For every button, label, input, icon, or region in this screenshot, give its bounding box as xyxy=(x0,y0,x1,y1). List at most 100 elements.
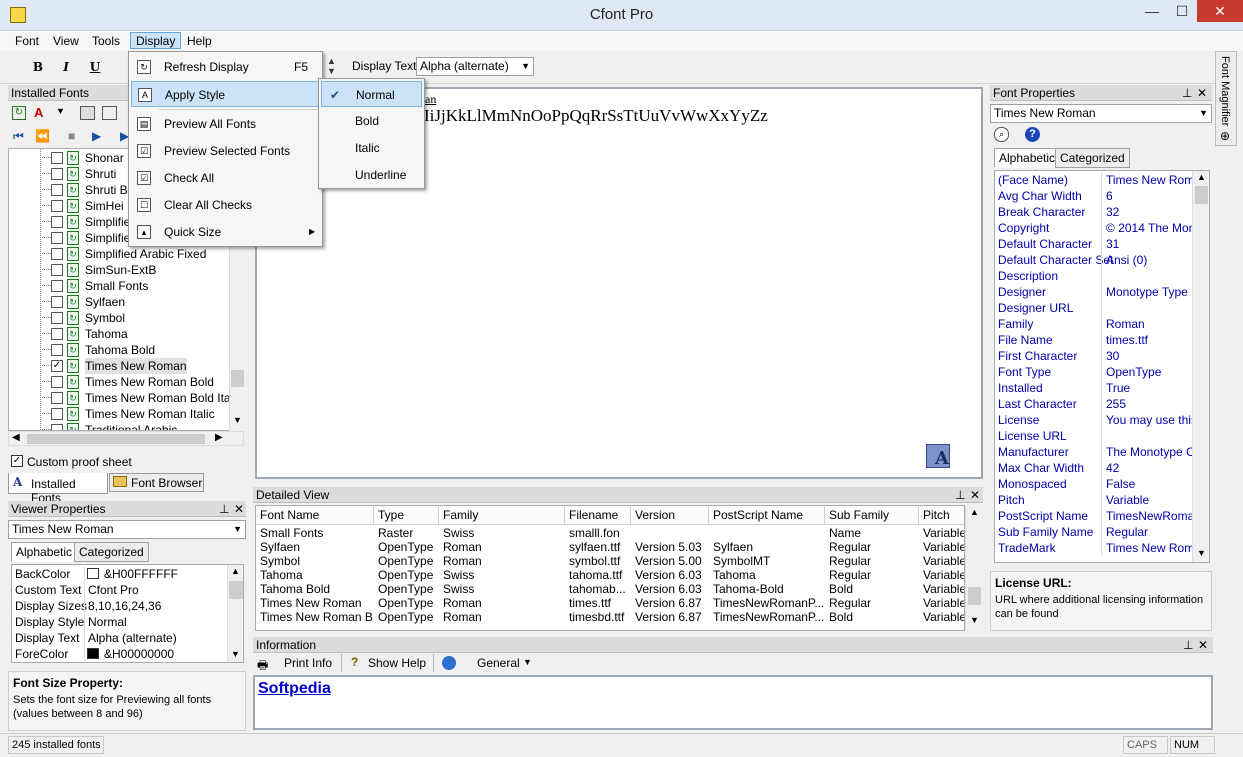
pin-icon[interactable]: ⊥ xyxy=(1182,85,1192,101)
scroll-down-icon[interactable]: ▼ xyxy=(233,415,242,425)
print-info-button[interactable]: Print Info xyxy=(284,656,332,670)
font-property-row[interactable]: Copyright © 2014 The Monotype xyxy=(995,220,1192,236)
font-properties-combo[interactable]: Times New Roman ▼ xyxy=(990,104,1212,123)
general-dropdown[interactable]: General xyxy=(477,656,520,670)
dv-scroll-thumb[interactable] xyxy=(968,587,981,605)
scroll-right-icon[interactable]: ▶ xyxy=(215,432,223,443)
font-checkbox[interactable] xyxy=(51,152,63,164)
font-checkbox[interactable] xyxy=(51,376,63,388)
column-header[interactable]: Font Name xyxy=(256,506,374,525)
column-header[interactable]: Version xyxy=(631,506,709,525)
font-property-row[interactable]: Installed True xyxy=(995,380,1192,396)
font-property-row[interactable]: Designer Monotype Type D xyxy=(995,284,1192,300)
scroll-left-icon[interactable]: ◀ xyxy=(12,432,20,443)
menu-item-preview-selected-fonts[interactable]: ☑ Preview Selected Fonts xyxy=(131,138,320,164)
font-list-item[interactable]: ↻ SimSun-ExtB xyxy=(9,262,243,278)
menu-item-preview-all-fonts[interactable]: ▤ Preview All Fonts xyxy=(131,111,320,137)
tree-hscroll-thumb[interactable] xyxy=(27,434,205,444)
properties-icon[interactable] xyxy=(80,106,95,120)
font-list-item[interactable]: ↻ Tahoma Bold xyxy=(9,342,243,358)
column-header[interactable]: Type xyxy=(374,506,439,525)
font-property-row[interactable]: (Face Name) Times New Roman xyxy=(995,172,1192,188)
column-header[interactable]: Filename xyxy=(565,506,631,525)
font-checkbox[interactable] xyxy=(51,264,63,276)
font-list-item[interactable]: ↻ Traditional Arabic xyxy=(9,422,243,430)
font-list-item[interactable]: ↻ Sylfaen xyxy=(9,294,243,310)
info-globe-icon[interactable] xyxy=(442,656,456,670)
column-header[interactable]: PostScript Name xyxy=(709,506,825,525)
menu-display[interactable]: Display xyxy=(130,32,182,49)
custom-proof-sheet-checkbox[interactable]: ✓ xyxy=(11,455,23,467)
font-checkbox[interactable] xyxy=(51,280,63,292)
font-property-row[interactable]: Font Type OpenType xyxy=(995,364,1192,380)
italic-button[interactable]: I xyxy=(55,56,77,78)
viewer-property-row[interactable]: Display Style Normal xyxy=(12,614,228,630)
magnifier-icon[interactable]: ⌕ xyxy=(994,127,1009,142)
grid-icon[interactable] xyxy=(102,106,117,120)
menu-item-check-all[interactable]: ☑ Check All xyxy=(131,165,320,191)
table-row[interactable]: Sylfaen OpenType Roman sylfaen.ttf Version 5… xyxy=(256,540,964,554)
panel-close-icon[interactable]: ✕ xyxy=(1197,85,1207,101)
menu-item-refresh-display[interactable]: ↻ Refresh Display F5 xyxy=(131,54,320,80)
scroll-down-icon[interactable]: ▼ xyxy=(231,649,240,659)
font-checkbox[interactable] xyxy=(51,200,63,212)
previous-icon[interactable]: ⏪ xyxy=(35,129,50,143)
menu-item-apply-style[interactable]: A Apply Style xyxy=(131,81,320,107)
font-property-row[interactable]: Sub Family Name Regular xyxy=(995,524,1192,540)
panel-close-icon[interactable]: ✕ xyxy=(1198,637,1208,653)
table-row[interactable]: Times New Roman OpenType Roman times.ttf Ver… xyxy=(256,596,964,610)
menu-help[interactable]: Help xyxy=(182,33,217,50)
column-header[interactable]: Pitch xyxy=(919,506,964,525)
tab-installed-fonts[interactable]: A Installed Fonts xyxy=(8,473,108,505)
table-row[interactable]: Tahoma Bold OpenType Swiss tahomab... Versio… xyxy=(256,582,964,596)
first-icon[interactable]: ⏮ xyxy=(13,129,24,144)
detailed-view-scrollbar[interactable]: ▲ ▼ xyxy=(965,505,982,631)
font-list-item[interactable]: ✓ ↻ Times New Roman xyxy=(9,358,243,374)
font-list-item[interactable]: ↻ Times New Roman Bold Italic xyxy=(9,390,243,406)
font-property-row[interactable]: PostScript Name TimesNewRomanP xyxy=(995,508,1192,524)
font-property-row[interactable]: Default Character 31 xyxy=(995,236,1192,252)
submenu-item-italic[interactable]: Italic xyxy=(321,135,422,161)
pin-icon[interactable]: ⊥ xyxy=(955,487,965,503)
menu-item-clear-all-checks[interactable]: ☐ Clear All Checks xyxy=(131,192,320,218)
font-property-grid[interactable]: (Face Name)Times New RomanAvg Char Width… xyxy=(994,170,1210,563)
font-list-item[interactable]: ↻ Simplified Arabic Fixed xyxy=(9,246,243,262)
spin-arrows-icon[interactable]: ▲ ▼ xyxy=(327,56,337,78)
font-grid-scroll-thumb[interactable] xyxy=(1195,186,1208,204)
column-header[interactable]: Sub Family Name xyxy=(825,506,919,540)
font-grid-scrollbar[interactable]: ▲ ▼ xyxy=(1192,171,1209,562)
tab-alphabetic[interactable]: Alphabetic xyxy=(994,148,1061,168)
menu-font[interactable]: Font xyxy=(10,33,44,50)
font-property-row[interactable]: Pitch Variable xyxy=(995,492,1192,508)
font-property-row[interactable]: License URL xyxy=(995,428,1192,444)
play-icon[interactable]: ▶ xyxy=(92,129,101,143)
font-checkbox[interactable] xyxy=(51,232,63,244)
display-text-combo[interactable]: Alpha (alternate) ▼ xyxy=(416,57,534,76)
viewer-property-row[interactable]: BackColor &H00FFFFFF xyxy=(12,566,228,582)
tab-categorized[interactable]: Categorized xyxy=(74,542,149,562)
font-list-item[interactable]: ↻ Times New Roman Bold xyxy=(9,374,243,390)
font-list-item[interactable]: ↻ Tahoma xyxy=(9,326,243,342)
detailed-view-table[interactable]: Font Name Type Family Filename Version PostSc… xyxy=(255,505,965,631)
help-circle-icon[interactable]: ? xyxy=(1025,127,1040,142)
font-list-item[interactable]: ↻ Symbol xyxy=(9,310,243,326)
minimize-button[interactable]: — xyxy=(1137,0,1167,22)
panel-close-icon[interactable]: ✕ xyxy=(234,501,244,517)
scroll-up-icon[interactable]: ▲ xyxy=(231,566,240,576)
help-icon[interactable]: ? xyxy=(351,655,358,669)
font-checkbox[interactable] xyxy=(51,184,63,196)
chevron-down-icon[interactable]: ▼ xyxy=(523,657,532,667)
tree-horizontal-scrollbar[interactable]: ◀ ▶ xyxy=(8,431,244,446)
font-checkbox[interactable] xyxy=(51,408,63,420)
viewer-property-row[interactable]: ForeColor &H00000000 xyxy=(12,646,228,662)
scroll-up-icon[interactable]: ▲ xyxy=(1197,172,1206,182)
submenu-item-normal[interactable]: ✔ Normal xyxy=(321,81,422,107)
pin-icon[interactable]: ⊥ xyxy=(219,501,229,517)
font-filter-icon[interactable]: A xyxy=(34,105,43,120)
font-property-row[interactable]: License You may use this f xyxy=(995,412,1192,428)
tab-alphabetic[interactable]: Alphabetic xyxy=(11,542,78,562)
font-checkbox[interactable] xyxy=(51,424,63,430)
viewer-grid-scrollbar[interactable]: ▲ ▼ xyxy=(227,565,243,662)
bold-button[interactable]: B xyxy=(27,56,49,78)
font-property-row[interactable]: Designer URL xyxy=(995,300,1192,316)
